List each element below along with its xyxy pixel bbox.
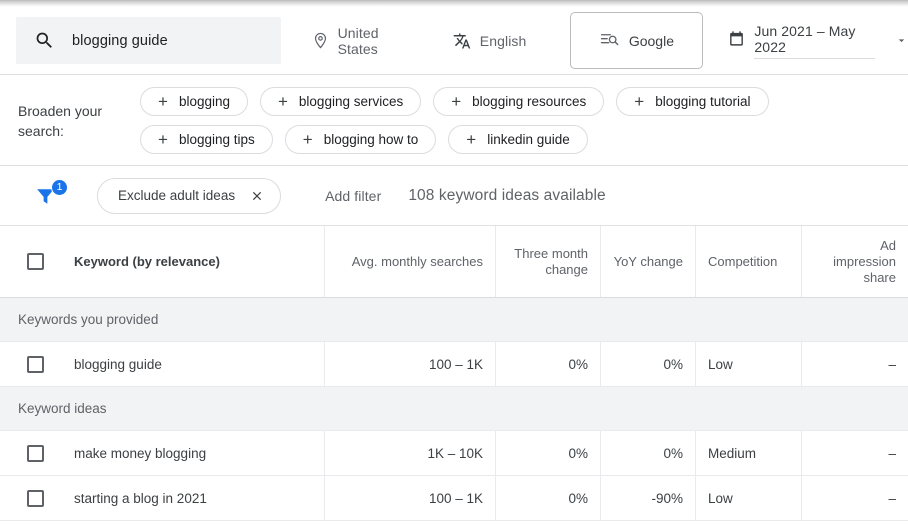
- date-range-picker[interactable]: Jun 2021 – May 2022: [728, 21, 908, 61]
- active-filter-label: Exclude adult ideas: [118, 188, 236, 203]
- broaden-chip-label: blogging how to: [323, 132, 419, 147]
- network-selector-button[interactable]: Google: [570, 12, 704, 69]
- keyword-label: make money blogging: [74, 445, 207, 461]
- cell-three-month-change: 0%: [495, 342, 600, 386]
- keyword-label: blogging guide: [74, 356, 162, 372]
- cell-three-month-change: 0%: [495, 476, 600, 520]
- search-header-bar: blogging guide United States English Goo…: [0, 7, 908, 75]
- broaden-chip-blogging-how-to[interactable]: + blogging how to: [284, 125, 437, 154]
- broaden-chip-label: blogging services: [298, 94, 404, 109]
- column-header-label: Ad impression share: [833, 237, 896, 285]
- table-row[interactable]: starting a blog in 2021 100 – 1K 0% -90%…: [0, 476, 908, 521]
- cell-avg-monthly-searches: 1K – 10K: [324, 431, 495, 475]
- broaden-chip-label: blogging: [178, 94, 230, 109]
- column-header-label: Three month change: [514, 245, 588, 277]
- plus-icon: +: [277, 92, 288, 111]
- column-header-label: Avg. monthly searches: [351, 253, 483, 269]
- broaden-chip-blogging-services[interactable]: + blogging services: [259, 87, 422, 116]
- cell-yoy-change: 0%: [600, 431, 695, 475]
- broaden-chip-linkedin-guide[interactable]: + linkedin guide: [448, 125, 588, 154]
- table-row[interactable]: make money blogging 1K – 10K 0% 0% Mediu…: [0, 431, 908, 476]
- search-network-icon: [600, 30, 619, 52]
- language-selector[interactable]: English: [453, 21, 527, 61]
- broaden-chip-blogging-resources[interactable]: + blogging resources: [433, 87, 605, 116]
- table-row[interactable]: blogging guide 100 – 1K 0% 0% Low –: [0, 342, 908, 387]
- plus-icon: +: [634, 92, 645, 111]
- cell-avg-monthly-searches: 100 – 1K: [324, 342, 495, 386]
- plus-icon: +: [466, 130, 477, 149]
- column-header-label: Keyword (by relevance): [74, 253, 220, 269]
- broaden-chip-blogging[interactable]: + blogging: [140, 87, 248, 116]
- column-header-three-month-change[interactable]: Three month change: [495, 226, 600, 297]
- column-header-label: YoY change: [613, 253, 683, 269]
- plus-icon: +: [451, 92, 462, 111]
- search-icon: [36, 32, 52, 48]
- keyword-label: starting a blog in 2021: [74, 490, 207, 506]
- plus-icon: +: [158, 130, 168, 149]
- language-label: English: [479, 32, 527, 49]
- broaden-chips-list: + blogging + blogging services + bloggin…: [140, 87, 902, 154]
- filter-bar: 1 Exclude adult ideas Add filter 108 key…: [0, 166, 908, 226]
- keyword-planner-page: blogging guide United States English Goo…: [0, 0, 908, 524]
- column-header-avg-monthly-searches[interactable]: Avg. monthly searches: [324, 226, 495, 297]
- table-section-header: Keyword ideas: [0, 387, 908, 431]
- location-pin-icon: [312, 32, 329, 49]
- cell-yoy-change: -90%: [600, 476, 695, 520]
- close-icon[interactable]: [250, 189, 264, 203]
- row-checkbox[interactable]: [27, 444, 44, 462]
- chevron-down-icon[interactable]: [895, 34, 908, 47]
- cell-competition: Low: [695, 476, 801, 520]
- select-all-checkbox[interactable]: [27, 253, 44, 270]
- filter-funnel-icon[interactable]: 1: [33, 178, 68, 210]
- add-filter-button[interactable]: Add filter: [325, 188, 381, 204]
- cell-avg-monthly-searches: 100 – 1K: [324, 476, 495, 520]
- cell-competition: Medium: [695, 431, 801, 475]
- row-checkbox[interactable]: [27, 355, 44, 373]
- location-selector[interactable]: United States: [312, 21, 412, 61]
- cell-keyword: starting a blog in 2021: [0, 476, 324, 520]
- location-label: United States: [337, 24, 379, 57]
- keyword-results-table: Keyword (by relevance) Avg. monthly sear…: [0, 226, 908, 521]
- column-header-ad-impression-share[interactable]: Ad impression share: [801, 226, 908, 297]
- translate-icon: [453, 32, 471, 50]
- column-header-competition[interactable]: Competition: [695, 226, 801, 297]
- broaden-chip-label: linkedin guide: [487, 132, 570, 147]
- table-header-row: Keyword (by relevance) Avg. monthly sear…: [0, 226, 908, 298]
- search-input-value: blogging guide: [72, 32, 168, 49]
- column-header-label: Competition: [708, 253, 778, 269]
- broaden-chip-label: blogging resources: [472, 94, 587, 109]
- broaden-label: Broaden your search:: [18, 102, 103, 139]
- cell-ad-impression-share: –: [801, 476, 908, 520]
- broaden-chip-blogging-tutorial[interactable]: + blogging tutorial: [616, 87, 769, 116]
- table-section-header: Keywords you provided: [0, 298, 908, 342]
- column-header-keyword[interactable]: Keyword (by relevance): [0, 226, 324, 297]
- cell-keyword: make money blogging: [0, 431, 324, 475]
- cell-ad-impression-share: –: [801, 342, 908, 386]
- calendar-icon: [728, 30, 745, 52]
- broaden-search-bar: Broaden your search: + blogging + bloggi…: [0, 76, 908, 166]
- row-checkbox[interactable]: [27, 489, 44, 507]
- search-input[interactable]: blogging guide: [16, 17, 281, 64]
- broaden-chip-label: blogging tips: [178, 132, 255, 147]
- cell-keyword: blogging guide: [0, 342, 324, 386]
- cell-competition: Low: [695, 342, 801, 386]
- network-label: Google: [628, 32, 674, 49]
- active-filter-chip[interactable]: Exclude adult ideas: [97, 177, 282, 214]
- plus-icon: +: [302, 130, 313, 149]
- broaden-chip-blogging-tips[interactable]: + blogging tips: [140, 125, 273, 154]
- filter-count-badge: 1: [51, 178, 68, 196]
- cell-yoy-change: 0%: [600, 342, 695, 386]
- cell-ad-impression-share: –: [801, 431, 908, 475]
- top-shadow-divider: [0, 0, 908, 7]
- date-range-label: Jun 2021 – May 2022: [754, 23, 876, 59]
- plus-icon: +: [158, 92, 168, 111]
- cell-three-month-change: 0%: [495, 431, 600, 475]
- column-header-yoy-change[interactable]: YoY change: [600, 226, 695, 297]
- broaden-chip-label: blogging tutorial: [655, 94, 751, 109]
- keyword-ideas-count: 108 keyword ideas available: [408, 186, 606, 204]
